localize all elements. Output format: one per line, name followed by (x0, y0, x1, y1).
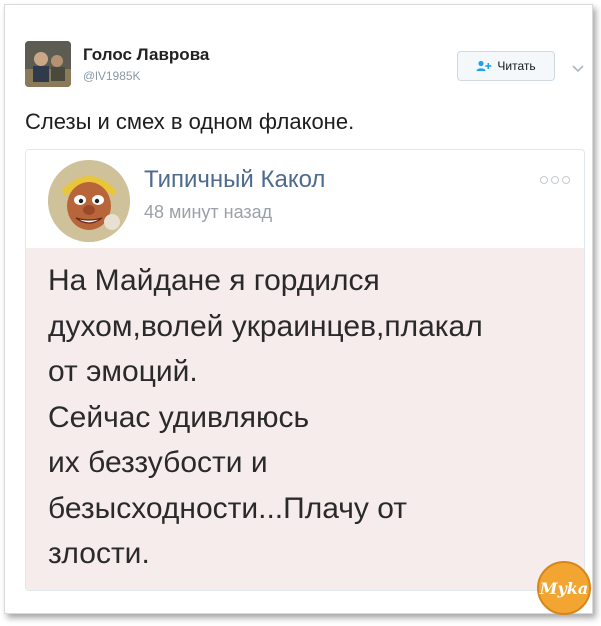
user-photo-avatar-icon (25, 41, 71, 87)
embedded-post-text: На Майдане я гордился духом,волей украин… (48, 258, 568, 577)
chevron-down-icon[interactable] (571, 61, 585, 73)
author-avatar[interactable] (25, 41, 71, 87)
post-line: их беззубости и (48, 446, 268, 479)
watermark-text: Myka (539, 579, 588, 598)
embedded-post-header: Типичный Какол 48 минут назад (26, 150, 584, 248)
embedded-post-card[interactable]: Типичный Какол 48 минут назад На Майдане… (25, 149, 585, 591)
more-dots-icon[interactable] (540, 176, 570, 184)
embedded-post-body: На Майдане я гордился духом,волей украин… (26, 248, 584, 590)
embedded-post-time: 48 минут назад (144, 202, 273, 222)
post-line: от эмоций. (48, 355, 198, 388)
add-user-icon (476, 60, 492, 72)
cartoon-face-avatar-icon[interactable] (48, 160, 130, 242)
post-line: безысходности...Плачу от (48, 491, 407, 525)
tweet-frame: Голос Лаврова @lV1985K Читать Слезы и см… (4, 4, 593, 614)
author-handle[interactable]: @lV1985K (83, 69, 141, 83)
watermark-logo: Myka (536, 560, 592, 616)
post-line: злости. (48, 537, 150, 570)
follow-button[interactable]: Читать (457, 51, 555, 81)
tweet-text: Слезы и смех в одном флаконе. (25, 109, 355, 134)
author-name[interactable]: Голос Лаврова (83, 45, 209, 65)
embedded-post-author[interactable]: Типичный Какол (144, 166, 325, 194)
follow-button-label: Читать (497, 59, 536, 73)
post-line: духом,волей украинцев,плакал (48, 309, 483, 343)
post-line: На Майдане я гордился (48, 264, 380, 297)
post-line: Сейчас удивляюсь (48, 400, 310, 434)
